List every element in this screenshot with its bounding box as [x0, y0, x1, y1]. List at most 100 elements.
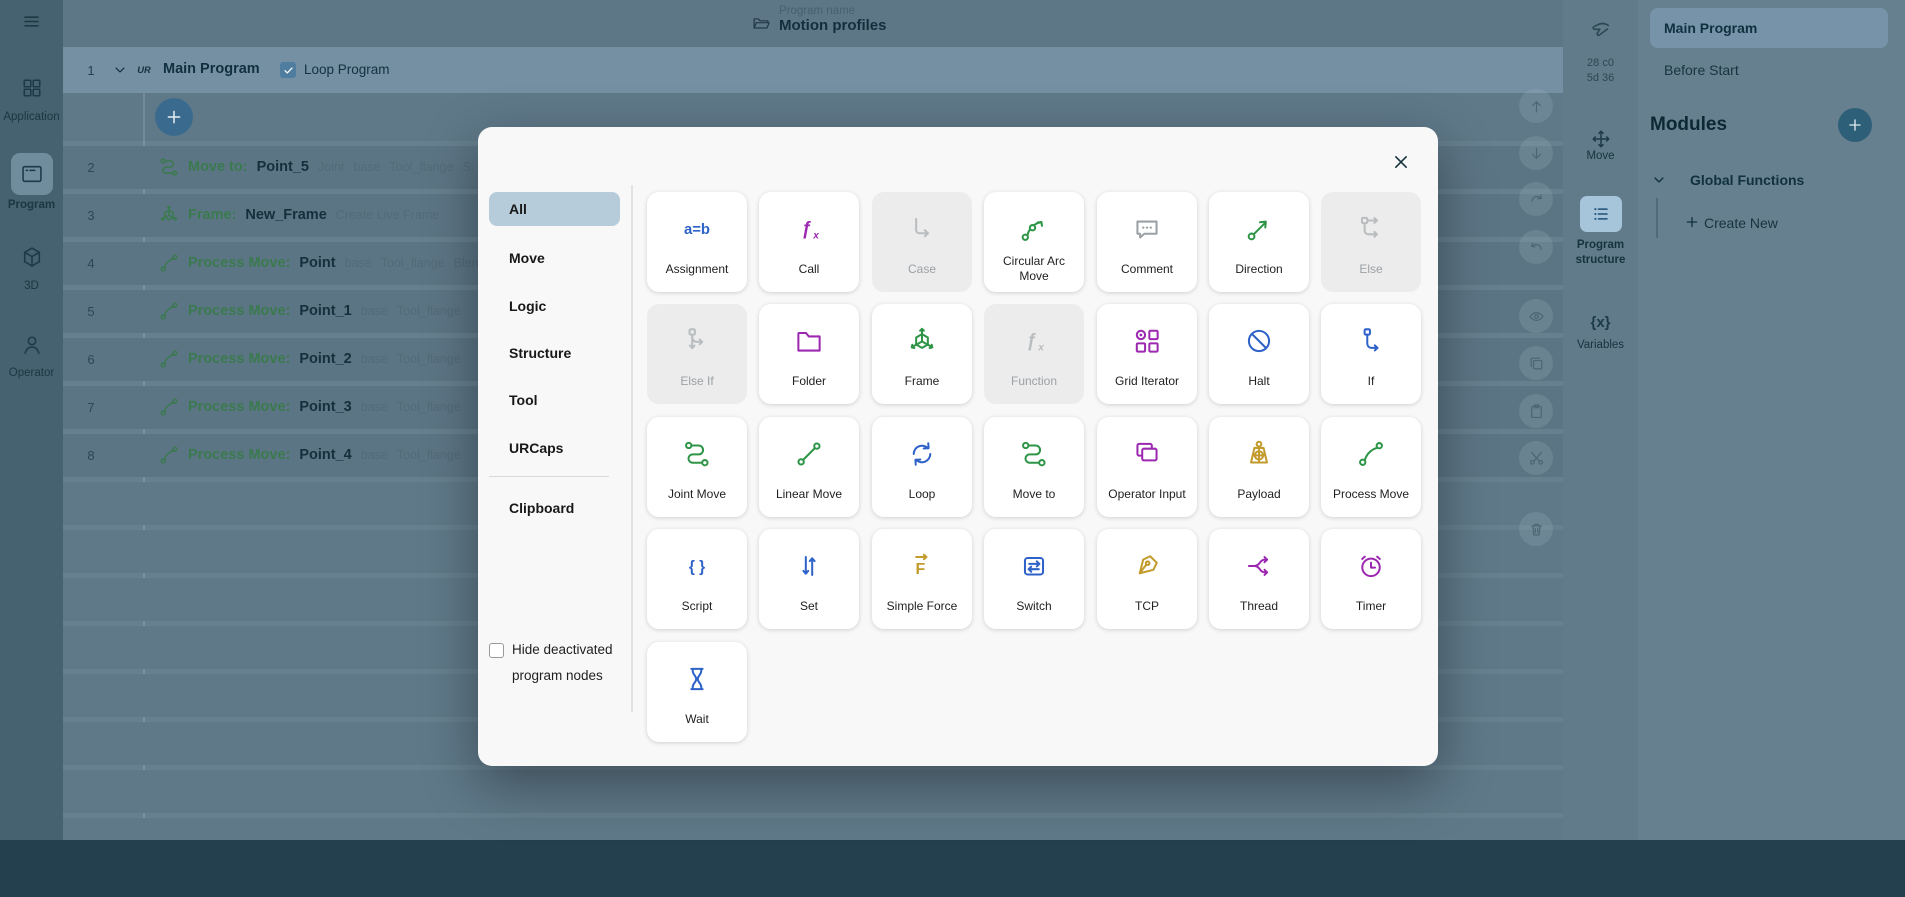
- redo-button[interactable]: [1519, 182, 1553, 216]
- row-point-name: Point_2: [299, 351, 351, 367]
- row-label: Process Move:: [188, 447, 290, 463]
- node-tile-label: Switch: [987, 587, 1081, 625]
- row-label: Process Move:: [188, 303, 290, 319]
- node-tile-halt[interactable]: Halt: [1209, 304, 1309, 404]
- row-number: 1: [68, 47, 114, 93]
- node-picker-dialog: All Move Logic Structure Tool URCaps Clipboard…: [478, 127, 1438, 766]
- node-tile-comment[interactable]: Comment: [1097, 192, 1197, 292]
- move-down-button[interactable]: [1519, 136, 1553, 170]
- category-clipboard[interactable]: Clipboard: [489, 491, 620, 525]
- create-new-button[interactable]: Create New: [1704, 215, 1778, 231]
- row-number: 6: [68, 338, 114, 381]
- braces-x-icon: {x}: [1590, 304, 1610, 340]
- sidebar-item-operator[interactable]: Operator: [0, 367, 63, 379]
- cube-icon: [19, 244, 45, 270]
- node-tile-script[interactable]: { } Script: [647, 529, 747, 629]
- add-node-button[interactable]: [155, 98, 193, 136]
- node-tile-folder[interactable]: Folder: [759, 304, 859, 404]
- node-tile-joint-move[interactable]: Joint Move: [647, 417, 747, 517]
- panel-item-before-start[interactable]: Before Start: [1664, 62, 1739, 78]
- circular-arc-move-icon: [984, 212, 1084, 246]
- loop-program-checkbox[interactable]: [280, 62, 296, 78]
- node-tile-set[interactable]: Set: [759, 529, 859, 629]
- node-tile-label: Frame: [875, 362, 969, 400]
- copy-button[interactable]: [1519, 346, 1553, 380]
- node-tile-label: Assignment: [650, 250, 744, 288]
- node-tile-simple-force[interactable]: F Simple Force: [872, 529, 972, 629]
- node-tile-payload[interactable]: Payload: [1209, 417, 1309, 517]
- else-icon: [1321, 212, 1421, 246]
- category-urcaps[interactable]: URCaps: [489, 431, 620, 465]
- node-tile-direction[interactable]: Direction: [1209, 192, 1309, 292]
- node-tile-loop[interactable]: Loop: [872, 417, 972, 517]
- window-icon: [19, 161, 45, 187]
- row-param: Tool_flange: [397, 448, 461, 462]
- node-tile-wait[interactable]: Wait: [647, 642, 747, 742]
- node-tile-grid-iterator[interactable]: Grid Iterator: [1097, 304, 1197, 404]
- node-tile-label: Move to: [987, 475, 1081, 513]
- timer-icon: [1321, 549, 1421, 583]
- row-label: Process Move:: [188, 351, 290, 367]
- node-tile-label: Grid Iterator: [1100, 362, 1194, 400]
- sidebar-item-application[interactable]: Application: [0, 111, 63, 123]
- indent-line: [1656, 198, 1658, 238]
- sidebar-item-3d[interactable]: 3D: [0, 280, 63, 292]
- category-structure[interactable]: Structure: [489, 336, 620, 370]
- hide-deactivated-checkbox[interactable]: [489, 643, 504, 658]
- node-tile-else: Else: [1321, 192, 1421, 292]
- rail-item-variables[interactable]: {x}: [1563, 304, 1638, 340]
- node-tile-switch[interactable]: Switch: [984, 529, 1084, 629]
- rail-item-program-structure[interactable]: [1563, 196, 1638, 232]
- node-tile-if[interactable]: If: [1321, 304, 1421, 404]
- row-number: 5: [68, 290, 114, 333]
- node-tile-move-to[interactable]: Move to: [984, 417, 1084, 517]
- category-move[interactable]: Move: [489, 241, 620, 275]
- node-tile-label: Function: [987, 362, 1081, 400]
- row-label: Process Move:: [188, 399, 290, 415]
- node-tile-circular-arc-move[interactable]: Circular Arc Move: [984, 192, 1084, 292]
- chevron-down-icon[interactable]: [111, 61, 129, 79]
- panel-item-main-program[interactable]: Main Program: [1650, 8, 1888, 48]
- hand-guide-button[interactable]: [1563, 16, 1638, 42]
- node-tile-frame[interactable]: Frame: [872, 304, 972, 404]
- delete-button[interactable]: [1519, 512, 1553, 546]
- chevron-down-icon[interactable]: [1650, 171, 1668, 189]
- hide-deactivated-label: Hide deactivated program nodes: [512, 637, 637, 690]
- process-move-icon: [157, 290, 181, 333]
- frame-icon: [157, 194, 181, 237]
- node-tile-process-move[interactable]: Process Move: [1321, 417, 1421, 517]
- node-tile-call[interactable]: ƒx Call: [759, 192, 859, 292]
- cut-button[interactable]: [1519, 441, 1553, 475]
- tree-row-main-program[interactable]: 1 UR Main Program Loop Program: [63, 47, 1563, 93]
- move-up-button[interactable]: [1519, 89, 1553, 123]
- if-icon: [1321, 324, 1421, 358]
- switch-icon: [984, 549, 1084, 583]
- node-tile-assignment[interactable]: a=b Assignment: [647, 192, 747, 292]
- case-icon: [872, 212, 972, 246]
- node-tile-label: Else: [1324, 250, 1418, 288]
- node-tile-timer[interactable]: Timer: [1321, 529, 1421, 629]
- visibility-button[interactable]: [1519, 299, 1553, 333]
- global-functions-group[interactable]: Global Functions: [1690, 172, 1804, 188]
- node-tile-operator-input[interactable]: Operator Input: [1097, 417, 1197, 517]
- sidebar-item-program[interactable]: Program: [0, 199, 63, 211]
- row-point-name: Point_1: [299, 303, 351, 319]
- paste-button[interactable]: [1519, 394, 1553, 428]
- close-button[interactable]: [1386, 147, 1416, 177]
- row-number: 3: [68, 194, 114, 237]
- node-tile-label: Payload: [1212, 475, 1306, 513]
- undo-button[interactable]: [1519, 230, 1553, 264]
- node-tile-thread[interactable]: Thread: [1209, 529, 1309, 629]
- category-logic[interactable]: Logic: [489, 289, 620, 323]
- process-move-icon: [1321, 437, 1421, 471]
- row-param: Create Live Frame: [336, 208, 440, 222]
- node-tile-linear-move[interactable]: Linear Move: [759, 417, 859, 517]
- add-module-button[interactable]: [1838, 108, 1872, 142]
- category-all[interactable]: All: [489, 192, 620, 226]
- process-move-icon: [157, 338, 181, 381]
- category-tool[interactable]: Tool: [489, 383, 620, 417]
- hamburger-menu-icon[interactable]: [20, 10, 43, 33]
- svg-text:F: F: [916, 561, 926, 578]
- wait-icon: [647, 662, 747, 696]
- node-tile-tcp[interactable]: TCP: [1097, 529, 1197, 629]
